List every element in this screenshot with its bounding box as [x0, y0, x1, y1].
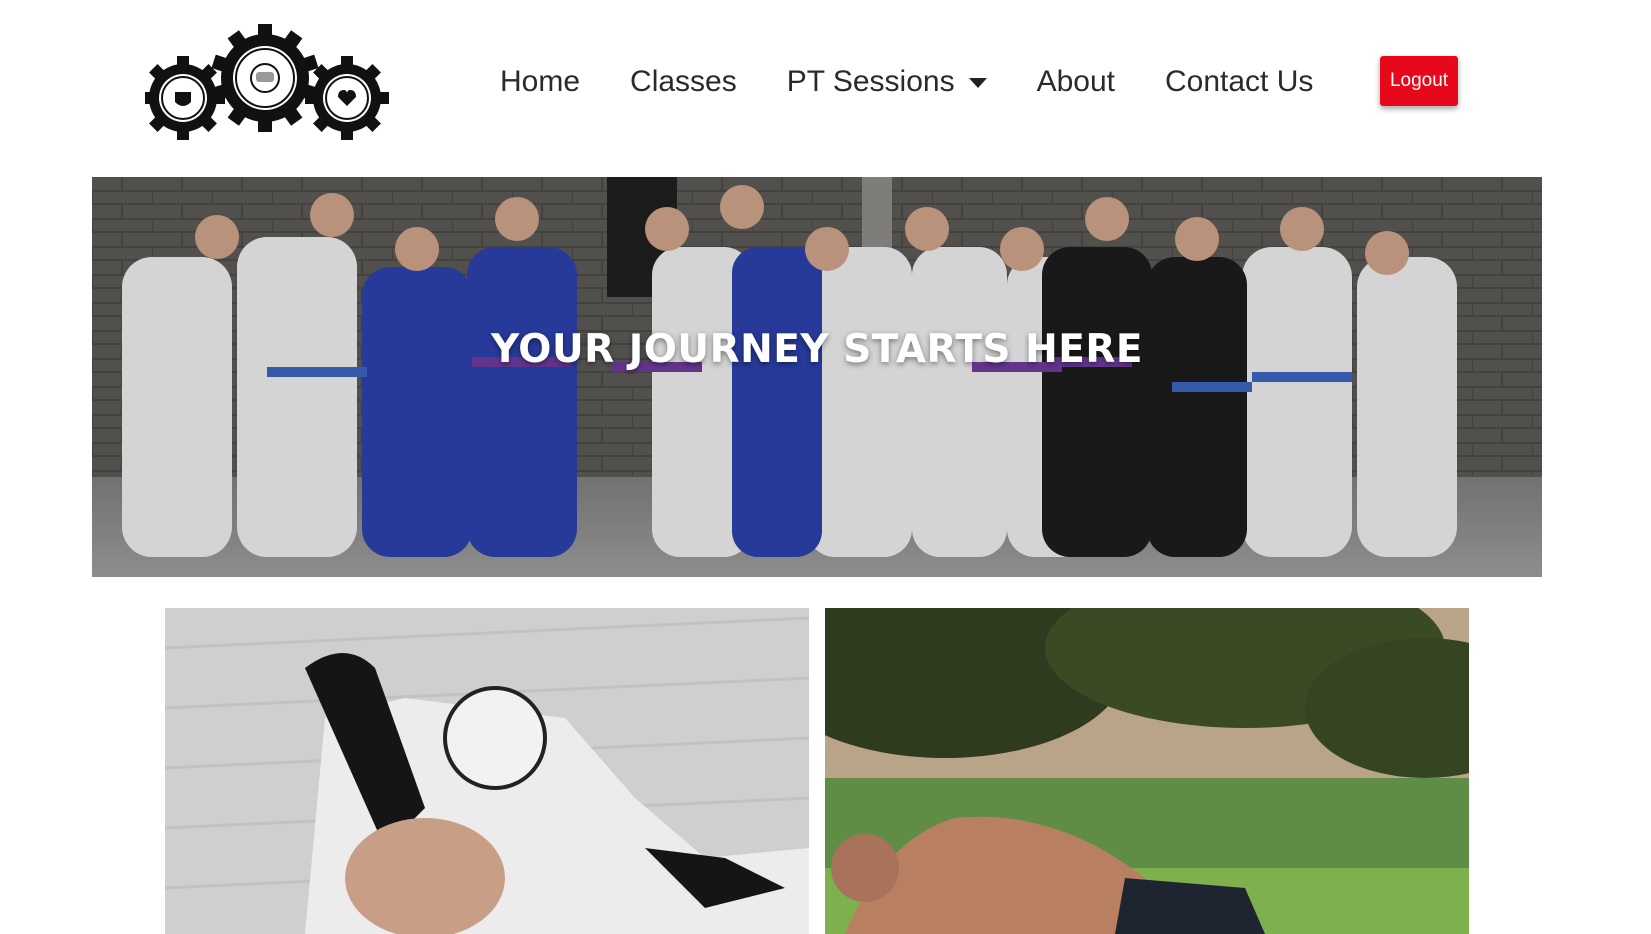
- nav-classes-label: Classes: [630, 65, 737, 98]
- hero-group-photo: [92, 177, 1542, 577]
- nav-home-label: Home: [500, 65, 581, 98]
- nav-pt-sessions-label: PT Sessions: [786, 65, 955, 98]
- nav-pt-sessions-dropdown[interactable]: PT Sessions: [787, 65, 987, 99]
- nav-classes-link[interactable]: Classes: [630, 65, 737, 99]
- grappling-photo: [165, 608, 809, 934]
- nav-about-label: About: [1036, 65, 1115, 98]
- hero-title: YOUR JOURNEY STARTS HERE: [490, 327, 1144, 372]
- logout-button[interactable]: Logout: [1380, 56, 1458, 106]
- nav-links: Home Classes PT Sessions About Contact U…: [500, 60, 1363, 104]
- logo-gears-icon: [141, 24, 389, 140]
- nav-contact-label: Contact Us: [1165, 65, 1314, 98]
- nav-about-link[interactable]: About: [1037, 65, 1115, 99]
- nav-home-link[interactable]: Home: [500, 65, 580, 99]
- caret-down-icon: [968, 78, 987, 88]
- site-logo[interactable]: [141, 22, 405, 142]
- grappling-photo-card[interactable]: [165, 608, 809, 934]
- main-navbar: Home Classes PT Sessions About Contact U…: [0, 0, 1651, 170]
- nav-contact-link[interactable]: Contact Us: [1165, 65, 1313, 99]
- outdoor-training-photo: [825, 608, 1469, 934]
- outdoor-training-photo-card[interactable]: [825, 608, 1469, 934]
- hero-banner: YOUR JOURNEY STARTS HERE: [92, 177, 1542, 577]
